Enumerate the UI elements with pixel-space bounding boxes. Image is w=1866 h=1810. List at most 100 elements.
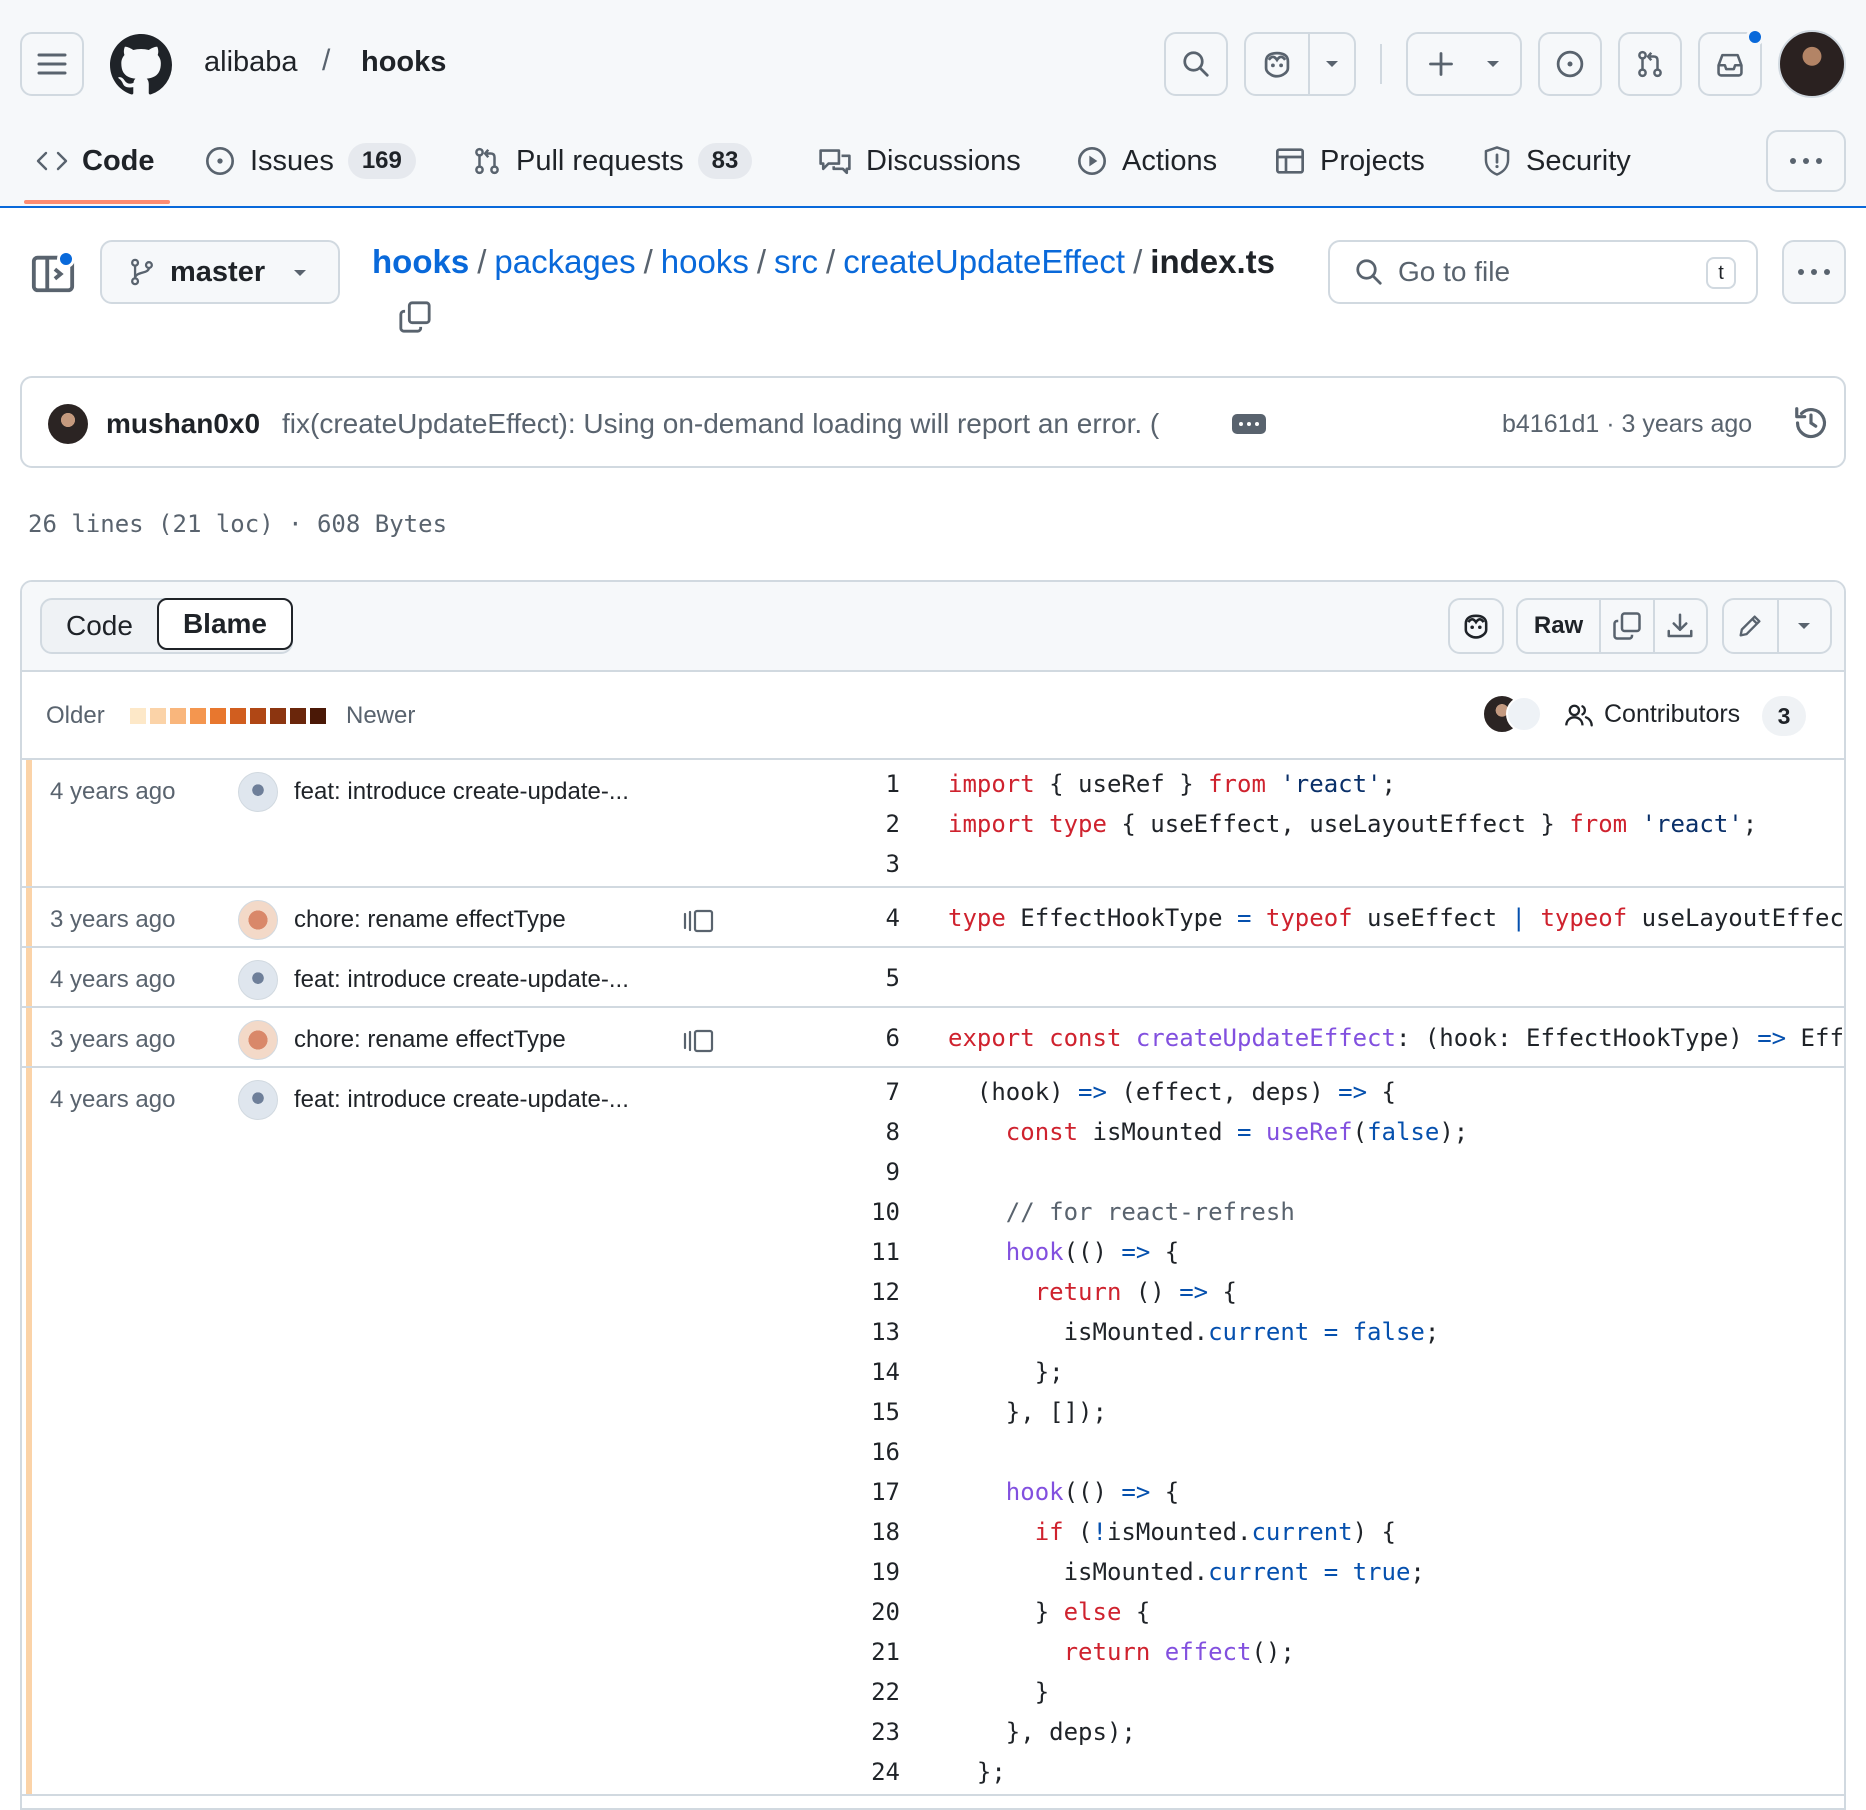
menu-button[interactable]: [20, 32, 84, 96]
commit-message-link[interactable]: chore: rename effectType: [294, 1026, 566, 1054]
tab-blame-view[interactable]: Blame: [156, 598, 293, 650]
plus-icon: [1429, 52, 1453, 76]
breadcrumb-link[interactable]: src: [774, 243, 818, 281]
breadcrumb-link[interactable]: createUpdateEffect: [843, 243, 1125, 281]
tab-code-view[interactable]: Code: [42, 600, 157, 652]
copilot-ask-button[interactable]: [1448, 598, 1504, 654]
search-icon: [1356, 259, 1382, 285]
kebab-horizontal-icon: [1790, 158, 1822, 164]
expand-commit-message-button[interactable]: [1232, 414, 1266, 434]
avatar[interactable]: [238, 960, 278, 1000]
pencil-icon: [1739, 615, 1761, 637]
search-button[interactable]: [1164, 32, 1228, 96]
commit-sha[interactable]: b4161d1: [1502, 410, 1599, 438]
line-source: import type { useEffect, useLayoutEffect…: [948, 810, 1758, 838]
commit-author[interactable]: mushan0x0: [106, 408, 260, 440]
tab-issues[interactable]: Issues 169: [204, 130, 416, 192]
line-number[interactable]: 20: [782, 1598, 900, 1626]
line-number[interactable]: 4: [782, 904, 900, 932]
avatar[interactable]: [238, 900, 278, 940]
line-number[interactable]: 6: [782, 1024, 900, 1052]
tab-projects[interactable]: Projects: [1274, 130, 1425, 192]
breadcrumb-link[interactable]: hooks: [661, 243, 749, 281]
edit-file-button[interactable]: [1724, 600, 1777, 652]
line-number[interactable]: 5: [782, 964, 900, 992]
line-number[interactable]: 8: [782, 1118, 900, 1146]
avatar[interactable]: [238, 772, 278, 812]
create-new-button[interactable]: [1406, 32, 1522, 96]
issues-shortcut-button[interactable]: [1538, 32, 1602, 96]
commit-message-link[interactable]: chore: rename effectType: [294, 906, 566, 934]
tab-code[interactable]: Code: [36, 130, 155, 192]
line-number[interactable]: 10: [782, 1198, 900, 1226]
avatar[interactable]: [48, 404, 88, 444]
copy-raw-button[interactable]: [1599, 600, 1652, 652]
repo-nav-more-button[interactable]: [1766, 130, 1846, 192]
avatar[interactable]: [238, 1080, 278, 1120]
line-number[interactable]: 15: [782, 1398, 900, 1426]
code-line: 20 } else {: [782, 1592, 1844, 1632]
active-tab-indicator: [24, 200, 170, 204]
avatar: [1506, 696, 1542, 732]
reblame-icon[interactable]: [682, 908, 716, 934]
line-number[interactable]: 17: [782, 1478, 900, 1506]
shield-icon: [1484, 146, 1510, 176]
breadcrumb-link[interactable]: hooks: [372, 243, 469, 281]
tab-discussions[interactable]: Discussions: [818, 130, 1021, 192]
line-number[interactable]: 3: [782, 850, 900, 878]
commit-message-link[interactable]: feat: introduce create-update-...: [294, 1086, 629, 1114]
github-logo-icon[interactable]: [110, 34, 172, 96]
line-number[interactable]: 7: [782, 1078, 900, 1106]
blame-commit-info: 3 years ago chore: rename effectType: [22, 888, 782, 946]
commit-message-link[interactable]: feat: introduce create-update-...: [294, 966, 629, 994]
line-number[interactable]: 13: [782, 1318, 900, 1346]
go-to-file-input[interactable]: Go to file t: [1328, 240, 1758, 304]
edit-options-dropdown[interactable]: [1776, 600, 1830, 652]
file-more-options-button[interactable]: [1782, 240, 1846, 304]
line-number[interactable]: 24: [782, 1758, 900, 1786]
chevron-down-icon: [1487, 61, 1499, 67]
pull-requests-shortcut-button[interactable]: [1618, 32, 1682, 96]
commit-message-link[interactable]: feat: introduce create-update-...: [294, 778, 629, 806]
code-block: 5: [782, 948, 1844, 1006]
commit-message[interactable]: fix(createUpdateEffect): Using on-demand…: [282, 408, 1159, 440]
owner-link[interactable]: alibaba: [204, 46, 298, 79]
copy-icon[interactable]: [398, 300, 432, 334]
line-number[interactable]: 9: [782, 1158, 900, 1186]
line-number[interactable]: 14: [782, 1358, 900, 1386]
line-source: isMounted.current = false;: [948, 1318, 1440, 1346]
line-number[interactable]: 23: [782, 1718, 900, 1746]
branch-selector[interactable]: master: [100, 240, 340, 304]
raw-button[interactable]: Raw: [1518, 600, 1599, 652]
code-line: 7 (hook) => (effect, deps) => {: [782, 1072, 1844, 1112]
tab-actions[interactable]: Actions: [1076, 130, 1217, 192]
download-raw-button[interactable]: [1652, 600, 1706, 652]
blame-commit-info: 3 years ago chore: rename effectType: [22, 1008, 782, 1066]
code-line: 12 return () => {: [782, 1272, 1844, 1312]
age-color-legend: [130, 708, 326, 724]
line-number[interactable]: 12: [782, 1278, 900, 1306]
user-avatar[interactable]: [1778, 30, 1846, 98]
line-source: }, deps);: [948, 1718, 1136, 1746]
repo-link[interactable]: hooks: [361, 46, 446, 79]
commit-time: 3 years ago: [1621, 410, 1753, 438]
line-number[interactable]: 22: [782, 1678, 900, 1706]
line-number[interactable]: 21: [782, 1638, 900, 1666]
line-number[interactable]: 19: [782, 1558, 900, 1586]
contributors-button[interactable]: Contributors: [1564, 700, 1740, 729]
history-icon[interactable]: [1792, 404, 1830, 442]
line-number[interactable]: 11: [782, 1238, 900, 1266]
tab-pull-requests[interactable]: Pull requests 83: [472, 130, 753, 192]
viewer-toolbar: Code Blame Raw: [22, 582, 1844, 672]
line-number[interactable]: 1: [782, 770, 900, 798]
avatar[interactable]: [238, 1020, 278, 1060]
tab-security[interactable]: Security: [1482, 130, 1631, 192]
copilot-button[interactable]: [1244, 32, 1356, 96]
breadcrumb-link[interactable]: packages: [494, 243, 635, 281]
line-number[interactable]: 16: [782, 1438, 900, 1466]
line-number[interactable]: 18: [782, 1518, 900, 1546]
line-number[interactable]: 2: [782, 810, 900, 838]
contributor-avatars[interactable]: [1482, 694, 1554, 736]
reblame-icon[interactable]: [682, 1028, 716, 1054]
blame-hunk: 3 years ago chore: rename effectType 4 type…: [22, 888, 1844, 948]
